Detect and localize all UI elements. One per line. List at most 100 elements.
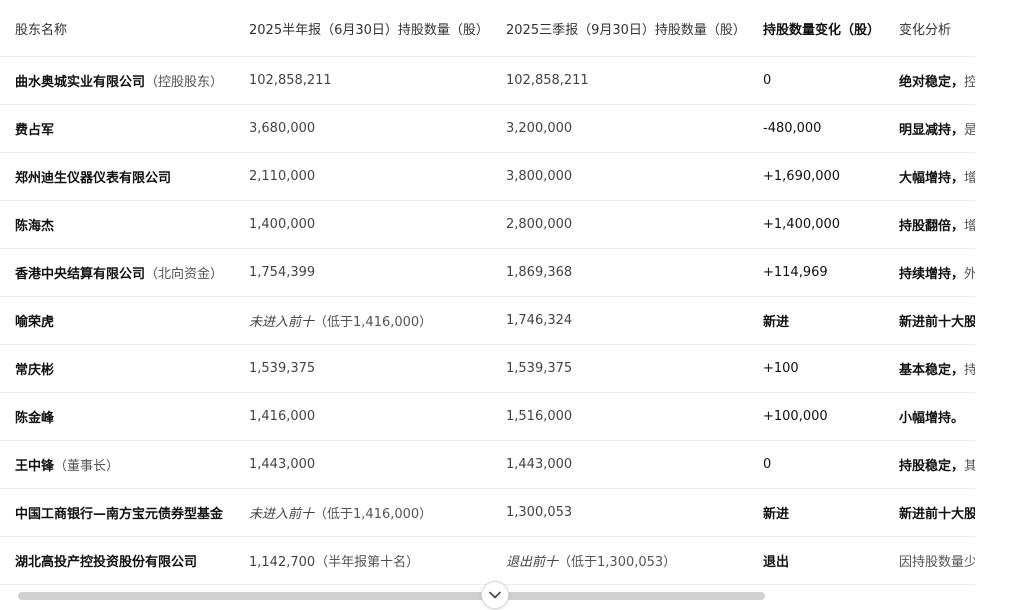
cell-shareholder-name: 王中锋（董事长） [0,440,249,489]
q3-holdings-value: 1,516,000 [506,409,573,424]
shareholder-role-note: （北向资金） [145,267,224,282]
cell-h1-holdings: 1,416,000 [249,392,506,441]
scroll-down-button[interactable] [481,581,509,609]
h1-note: （半年报第十名） [315,555,420,570]
analysis-summary: 新进前十大股 [899,315,975,330]
h1-holdings-value: 2,110,000 [249,169,316,184]
cell-holding-change: +1,400,000 [763,200,899,249]
analysis-summary: 持续增持， [899,267,965,282]
shareholder-name: 常庆彬 [15,363,55,378]
cell-shareholder-name: 郑州迪生仪器仪表有限公司 [0,152,249,201]
cell-q3-holdings: 2,800,000 [506,200,763,249]
table-row: 湖北高投产控投资股份有限公司 1,142,700（半年报第十名） 退出前十（低于1,… [0,536,975,585]
analysis-detail: 外 [964,267,975,282]
header-h1-holdings: 2025半年报（6月30日）持股数量（股） [249,0,506,57]
shareholder-name: 郑州迪生仪器仪表有限公司 [15,171,172,186]
cell-holding-change: 0 [763,56,899,105]
h1-holdings-value: 1,443,000 [249,457,316,472]
q3-holdings-value: 2,800,000 [506,217,573,232]
cell-change-analysis: 持续增持，外 [899,248,975,297]
cell-h1-holdings: 未进入前十（低于1,416,000） [249,488,506,537]
cell-shareholder-name: 费占军 [0,104,249,153]
cell-holding-change: +114,969 [763,248,899,297]
chevron-down-icon [489,591,501,599]
shareholder-name: 陈海杰 [15,219,55,234]
header-holding-change: 持股数量变化（股） [763,0,899,57]
table-row: 费占军 3,680,000 3,200,000 -480,000明显减持，是 [0,104,975,153]
q3-holdings-value: 3,200,000 [506,121,573,136]
cell-h1-holdings: 1,443,000 [249,440,506,489]
analysis-summary: 基本稳定， [899,363,965,378]
analysis-detail: 持 [964,363,975,378]
cell-h1-holdings: 102,858,211 [249,56,506,105]
cell-shareholder-name: 常庆彬 [0,344,249,393]
analysis-summary: 明显减持， [899,123,965,138]
shareholder-table: 股东名称 2025半年报（6月30日）持股数量（股） 2025三季报（9月30日… [0,0,975,585]
q3-holdings-value: 1,746,324 [506,313,573,328]
shareholder-name: 喻荣虎 [15,315,55,330]
cell-q3-holdings: 102,858,211 [506,56,763,105]
h1-status-italic: 未进入前十 [249,507,315,522]
cell-change-analysis: 基本稳定，持 [899,344,975,393]
cell-change-analysis: 持股稳定，其 [899,440,975,489]
q3-holdings-value: 1,869,368 [506,265,573,280]
cell-holding-change: -480,000 [763,104,899,153]
cell-holding-change: 新进 [763,296,899,345]
cell-q3-holdings: 1,516,000 [506,392,763,441]
table-row: 喻荣虎 未进入前十（低于1,416,000） 1,746,324 新进 新进前十大股 [0,296,975,345]
analysis-detail: 增 [964,171,975,186]
cell-shareholder-name: 喻荣虎 [0,296,249,345]
table-viewport[interactable]: 股东名称 2025半年报（6月30日）持股数量（股） 2025三季报（9月30日… [0,0,975,588]
analysis-summary: 绝对稳定， [899,75,965,90]
table-row: 中国工商银行—南方宝元债券型基金 未进入前十（低于1,416,000） 1,300,… [0,488,975,537]
cell-q3-holdings: 1,539,375 [506,344,763,393]
h1-status-italic: 未进入前十 [249,315,315,330]
cell-shareholder-name: 中国工商银行—南方宝元债券型基金 [0,488,249,537]
cell-change-analysis: 大幅增持，增 [899,152,975,201]
scrollbar-thumb[interactable] [18,592,765,600]
analysis-detail: 增 [964,219,975,234]
cell-q3-holdings: 1,746,324 [506,296,763,345]
analysis-detail: 因持股数量少 [899,555,975,570]
cell-shareholder-name: 香港中央结算有限公司（北向资金） [0,248,249,297]
q3-holdings-value: 1,443,000 [506,457,573,472]
cell-q3-holdings: 1,443,000 [506,440,763,489]
analysis-detail: 是 [964,123,975,138]
shareholder-name: 费占军 [15,123,55,138]
analysis-summary: 持股翻倍， [899,219,965,234]
cell-shareholder-name: 湖北高投产控投资股份有限公司 [0,536,249,585]
cell-q3-holdings: 退出前十（低于1,300,053） [506,536,763,585]
analysis-summary: 大幅增持， [899,171,965,186]
shareholder-name: 王中锋 [15,459,55,474]
table-row: 曲水奥城实业有限公司（控股股东） 102,858,211 102,858,211 0 绝… [0,56,975,105]
cell-q3-holdings: 1,869,368 [506,248,763,297]
cell-q3-holdings: 3,200,000 [506,104,763,153]
cell-holding-change: 退出 [763,536,899,585]
analysis-summary: 小幅增持。 [899,411,965,426]
cell-h1-holdings: 2,110,000 [249,152,506,201]
cell-h1-holdings: 3,680,000 [249,104,506,153]
table-row: 香港中央结算有限公司（北向资金） 1,754,399 1,869,368 +114,9… [0,248,975,297]
header-change-analysis: 变化分析 [899,0,975,57]
shareholder-name: 陈金峰 [15,411,55,426]
cell-h1-holdings: 未进入前十（低于1,416,000） [249,296,506,345]
cell-h1-holdings: 1,539,375 [249,344,506,393]
h1-note: （低于1,416,000） [314,315,433,330]
cell-holding-change: +1,690,000 [763,152,899,201]
cell-shareholder-name: 陈金峰 [0,392,249,441]
cell-change-analysis: 新进前十大股 [899,488,975,537]
shareholder-name: 湖北高投产控投资股份有限公司 [15,555,198,570]
header-shareholder-name: 股东名称 [0,0,249,57]
cell-change-analysis: 新进前十大股 [899,296,975,345]
table-header-row: 股东名称 2025半年报（6月30日）持股数量（股） 2025三季报（9月30日… [0,0,975,57]
table-row: 常庆彬 1,539,375 1,539,375 +100基本稳定，持 [0,344,975,393]
cell-shareholder-name: 陈海杰 [0,200,249,249]
cell-holding-change: 0 [763,440,899,489]
h1-holdings-value: 102,858,211 [249,73,332,88]
cell-change-analysis: 绝对稳定，控 [899,56,975,105]
h1-holdings-value: 1,416,000 [249,409,316,424]
analysis-summary: 持股稳定， [899,459,965,474]
q3-holdings-value: 3,800,000 [506,169,573,184]
analysis-summary: 新进前十大股 [899,507,975,522]
table-row: 郑州迪生仪器仪表有限公司 2,110,000 3,800,000 +1,690,000… [0,152,975,201]
